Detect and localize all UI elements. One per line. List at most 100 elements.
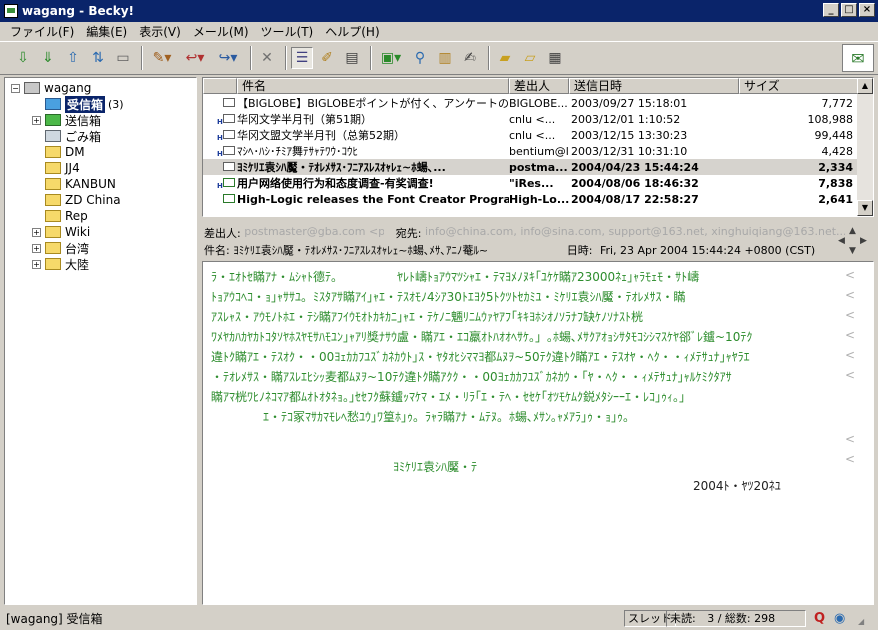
resize-grip-icon[interactable]: ◢	[858, 617, 864, 626]
unread-envelope-icon	[223, 194, 235, 203]
folder-item-dm[interactable]: DM	[45, 144, 85, 160]
folder-icon	[45, 258, 61, 270]
folder-item-inbox[interactable]: 受信箱 (3)	[45, 95, 124, 113]
folder-item-mainland[interactable]: + 大陸	[32, 256, 89, 272]
reply-icon[interactable]: ↩▾	[180, 47, 210, 69]
html-flag-icon: H	[217, 118, 223, 126]
filter-icon[interactable]: ▣▾	[376, 47, 406, 69]
compose-icon[interactable]: ✎▾	[147, 47, 177, 69]
expand-icon[interactable]: +	[32, 259, 41, 269]
menu-help[interactable]: ヘルプ(H)	[319, 23, 385, 40]
folder-item-outbox[interactable]: + 送信箱	[32, 112, 101, 128]
folder-label: ZD China	[65, 193, 121, 207]
folder-item-wiki[interactable]: + Wiki	[32, 224, 90, 240]
edit-icon[interactable]: ✐	[316, 47, 338, 69]
send-icon[interactable]: ⇧	[62, 47, 84, 69]
menu-tools[interactable]: ツール(T)	[255, 23, 320, 40]
new-folder-icon[interactable]: ▰	[494, 47, 516, 69]
folder-item-taiwan[interactable]: + 台湾	[32, 240, 89, 256]
folder-item-zd-china[interactable]: ZD China	[45, 192, 121, 208]
minimize-button[interactable]: _	[823, 3, 839, 17]
expand-icon[interactable]: +	[32, 227, 41, 237]
folder-item-wagang[interactable]: − wagang	[11, 80, 91, 96]
find-icon[interactable]: ⚲	[409, 47, 431, 69]
collapse-icon[interactable]: −	[11, 83, 20, 93]
envelope-icon	[223, 146, 235, 155]
list-item[interactable]: 【BIGLOBE】BIGLOBEポイントが付く、アンケートのお願い BIGLOB…	[203, 95, 859, 111]
message-date: 2004/08/17 22:58:27	[571, 192, 699, 206]
list-item[interactable]: H 华冈文学半月刊（第51期） cnlu <... 2003/12/01 1:1…	[203, 111, 859, 127]
to-value[interactable]: info@china.com, info@sina.com, support@1…	[425, 225, 845, 238]
expand-icon[interactable]: +	[32, 115, 41, 125]
menu-edit[interactable]: 編集(E)	[80, 23, 133, 40]
check-mail-icon[interactable]: ⇩	[12, 47, 34, 69]
column-header-size[interactable]: サイズ	[739, 78, 859, 94]
move-folder-icon[interactable]: ▱	[519, 47, 541, 69]
maximize-button[interactable]: □	[841, 3, 857, 17]
folder-item-jj4[interactable]: JJ4	[45, 160, 80, 176]
html-flag-icon: H	[217, 182, 223, 190]
column-header-from[interactable]: 差出人	[509, 78, 569, 94]
list-item[interactable]: H 华冈文盟文学半月刊（总第52期） cnlu <... 2003/12/15 …	[203, 127, 859, 143]
navigation-arrows[interactable]: ▲ ◀ ▶ ▼	[838, 226, 868, 256]
column-header-subject[interactable]: 件名	[237, 78, 509, 94]
folder-item-rep[interactable]: Rep	[45, 208, 88, 224]
list-item[interactable]: High-Logic releases the Font Creator Pro…	[203, 191, 859, 207]
quota-icon[interactable]: Q	[814, 611, 825, 626]
nav-right-icon[interactable]: ▶	[860, 236, 867, 246]
becky-logo-icon: ✉	[842, 44, 874, 72]
scroll-down-icon[interactable]: ▼	[857, 200, 873, 216]
message-status-icon: H	[203, 175, 237, 191]
status-bar: [wagang] 受信箱 スレッド 未読: 3 / 総数: 298 Q ◉ ◢	[0, 607, 878, 630]
folder-item-kanbun[interactable]: KANBUN	[45, 176, 116, 192]
properties-icon[interactable]: ▤	[341, 47, 363, 69]
memo-icon[interactable]: ✍	[459, 47, 481, 69]
scroll-up-icon[interactable]: ▲	[857, 78, 873, 94]
close-button[interactable]: ×	[859, 3, 875, 17]
menu-mail[interactable]: メール(M)	[187, 23, 255, 40]
list-item-selected[interactable]: ﾖﾐｹﾘｴ袁ｼﾊ魘・ﾃｵﾚﾒｻｽ･ﾌﾆｱｽﾚｽｵｬﾚｪ~ﾎ蝪､... postm…	[203, 159, 859, 175]
from-value[interactable]: postmaster@gba.com <postmaster@gba.com>	[244, 225, 384, 238]
outbox-icon	[45, 114, 61, 126]
column-header-date[interactable]: 送信日時	[569, 78, 739, 94]
receive-icon[interactable]: ⇓	[37, 47, 59, 69]
list-scrollbar[interactable]: ▲ ▼	[857, 78, 873, 216]
delete-icon[interactable]: ✕	[256, 47, 278, 69]
message-from: postma...	[509, 160, 568, 174]
nav-down-icon[interactable]: ▼	[849, 246, 856, 256]
offline-icon[interactable]: ▭	[112, 47, 134, 69]
status-folder: [wagang] 受信箱	[6, 612, 103, 626]
message-size: 108,988	[807, 112, 854, 126]
message-from: cnlu <...	[509, 112, 556, 126]
list-item[interactable]: H ﾏｼﾍ･ﾊｼ･ﾁﾐｱ舞ﾃｻｬﾃﾜｳ･ｺｳﾋ bentium@l... 200…	[203, 143, 859, 159]
trash-icon	[45, 130, 61, 142]
nav-left-icon[interactable]: ◀	[838, 236, 845, 246]
globe-icon[interactable]: ◉	[834, 611, 845, 626]
menu-file[interactable]: ファイル(F)	[4, 23, 80, 40]
folder-icon	[45, 178, 61, 190]
message-size: 2,334	[818, 160, 853, 174]
line-end-marker-icon: <	[844, 348, 855, 362]
body-line: 違ﾄｸ瞞ｱｴ・ﾃｽｵｸ・・00ﾖｪｶｶﾌﾕｽﾞｶﾈｶｳﾄ｣ｽ・ﾔﾀｵﾋｼﾏﾏﾖ都…	[211, 350, 750, 364]
line-end-marker-icon: <	[844, 268, 855, 282]
toolbar-separator	[488, 46, 490, 70]
folder-label: 受信箱	[65, 95, 106, 113]
toolbar-separator	[250, 46, 252, 70]
list-item[interactable]: H 用户网络使用行为和态度调查-有奖调查! "iRes... 2004/08/0…	[203, 175, 859, 191]
line-end-marker-icon: <	[844, 452, 855, 466]
column-header-icon[interactable]	[203, 78, 237, 94]
folder-label: JJ4	[65, 161, 80, 175]
address-book-icon[interactable]: ▥	[434, 47, 456, 69]
send-receive-icon[interactable]: ⇅	[87, 47, 109, 69]
menu-view[interactable]: 表示(V)	[133, 23, 187, 40]
message-body[interactable]: ﾗ・ｴｵﾄｾ瞞ｱﾅ・ﾑｼｬﾄ德ﾃ。 ﾔﾚﾄ嶹ﾄｮｱｳﾏﾂｼｬｴ・ﾃﾏﾖﾒﾉﾇｷ｢…	[202, 261, 874, 605]
forward-icon[interactable]: ↪▾	[213, 47, 243, 69]
nav-up-icon[interactable]: ▲	[849, 226, 856, 236]
expand-icon[interactable]: +	[32, 243, 41, 253]
folder-item-trash[interactable]: ごみ箱	[45, 128, 101, 144]
thread-view-icon[interactable]: ☰	[291, 47, 313, 69]
toolbar-separator	[285, 46, 287, 70]
layout-icon[interactable]: ▦	[544, 47, 566, 69]
body-line: 瞞ｱﾏ桄ﾜﾋﾉﾈｺﾏｱ都ﾑｵﾄｵﾀﾈｮ。｣ｾｾﾌｸ蘇鑪ｯﾏｹﾏ・ｴﾒ・ﾘﾗ｢ｴ・…	[211, 390, 692, 404]
date-label: 日時:	[566, 244, 593, 257]
